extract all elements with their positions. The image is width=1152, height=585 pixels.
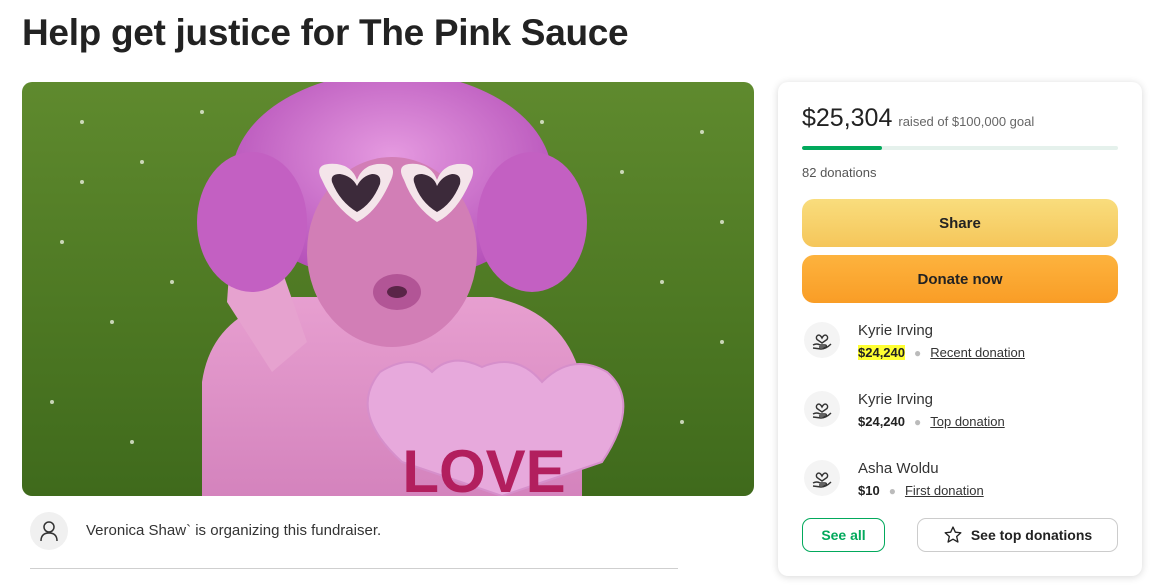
see-top-donations-button[interactable]: See top donations: [917, 518, 1118, 552]
donation-heart-hand-icon: [804, 460, 840, 496]
recent-donation-link[interactable]: Recent donation: [930, 345, 1025, 360]
top-donation-link[interactable]: Top donation: [930, 414, 1004, 429]
share-button[interactable]: Share: [802, 199, 1118, 247]
donations-count: 82 donations: [802, 165, 877, 180]
donation-item: Kyrie Irving $24,240 ● Recent donation: [802, 322, 1118, 372]
organizer-section: Veronica Shaw` is organizing this fundra…: [30, 512, 678, 569]
raised-summary: $25,304 raised of $100,000 goal: [802, 104, 1034, 133]
donation-item: Kyrie Irving $24,240 ● Top donation: [802, 391, 1118, 441]
donate-now-button[interactable]: Donate now: [802, 255, 1118, 303]
see-all-button[interactable]: See all: [802, 518, 885, 552]
star-icon: [944, 526, 962, 543]
donor-name: Kyrie Irving: [858, 391, 934, 408]
donation-heart-hand-icon: [804, 391, 840, 427]
donor-name: Kyrie Irving: [858, 322, 934, 339]
donation-amount: $24,240: [858, 345, 905, 360]
donor-name: Asha Woldu: [858, 460, 939, 477]
raised-amount: $25,304: [802, 104, 893, 132]
see-top-donations-label: See top donations: [970, 527, 1093, 543]
first-donation-link[interactable]: First donation: [905, 483, 984, 498]
person-icon: [30, 512, 68, 550]
progress-bar: [802, 146, 1118, 150]
page-title: Help get justice for The Pink Sauce: [22, 12, 629, 53]
progress-fill: [802, 146, 882, 150]
donation-item: Asha Woldu $10 ● First donation: [802, 460, 1118, 510]
donation-amount: $10: [858, 483, 880, 498]
donation-amount: $24,240: [858, 414, 905, 429]
organizer-text: Veronica Shaw` is organizing this fundra…: [86, 522, 382, 539]
goal-text: raised of $100,000 goal: [898, 114, 1035, 129]
donation-card: $25,304 raised of $100,000 goal 82 donat…: [778, 82, 1142, 576]
donation-heart-hand-icon: [804, 322, 840, 358]
fundraiser-hero-image: LOVE: [22, 82, 754, 496]
love-sign-text: LOVE: [402, 438, 565, 496]
